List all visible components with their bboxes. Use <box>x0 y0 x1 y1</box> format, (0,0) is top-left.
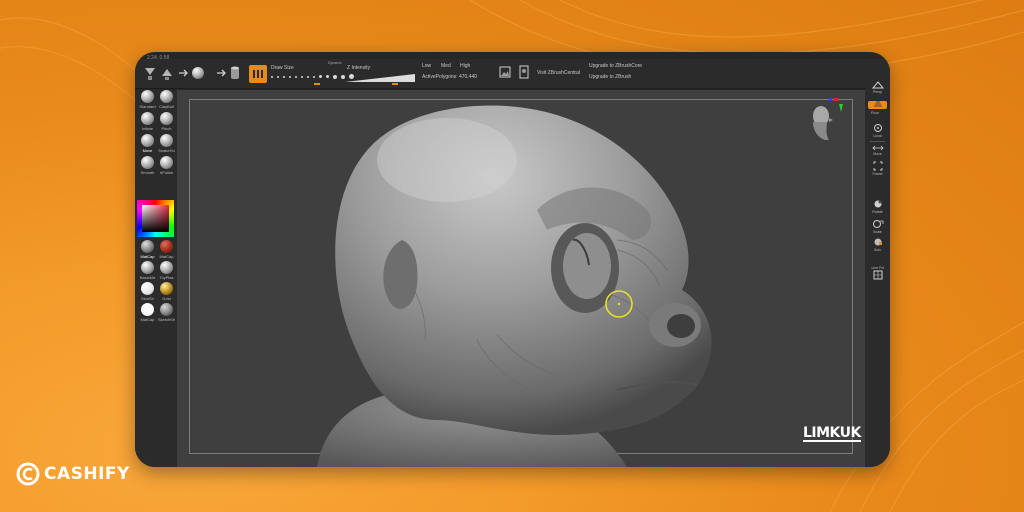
z-intensity-slider[interactable] <box>345 73 417 83</box>
brush-palette: Standard ClayBuil Inflate Pinch Move Sna… <box>139 90 175 175</box>
navigation-head-icon[interactable] <box>805 96 845 148</box>
floor-button[interactable] <box>868 101 887 109</box>
brush-standard[interactable]: Standard <box>139 90 156 109</box>
move-view-icon <box>871 145 884 151</box>
cashify-logo-icon <box>16 462 40 486</box>
solo-button[interactable]: Solo <box>868 237 887 252</box>
material-item[interactable]: SketchSh <box>158 303 175 322</box>
cylinder-tool-icon[interactable] <box>230 65 240 81</box>
import-icon[interactable] <box>143 66 157 82</box>
frame-view-icon <box>873 161 882 171</box>
upgrade-zbrushcore-link[interactable]: Upgrade to ZBrushCore <box>589 63 642 69</box>
viewport-canvas[interactable]: LIMKUK <box>177 90 865 467</box>
quality-med-button[interactable]: Med <box>441 63 451 69</box>
gold-material-icon <box>160 282 173 295</box>
skin-shade-icon <box>141 282 154 295</box>
material-palette: MatCap MatCap BasicMa ToyPlas SkinSh Gol… <box>139 240 175 322</box>
top-toolbar: Draw Size Dynamic Z Intensity Low Med Hi… <box>135 59 890 89</box>
rotate-view-icon <box>874 200 881 208</box>
smooth-brush-icon <box>141 156 154 169</box>
rotate-button[interactable]: Rotate <box>868 199 887 214</box>
sketch-shade-icon <box>160 303 173 316</box>
material-item[interactable]: MatCap <box>158 240 175 259</box>
standard-brush-icon <box>141 90 154 103</box>
draw-mode-button[interactable] <box>249 65 267 83</box>
local-symmetry-icon <box>873 124 882 132</box>
quality-low-button[interactable]: Low <box>422 63 431 69</box>
matcap-gray-icon <box>141 240 154 253</box>
upgrade-zbrush-link[interactable]: Upgrade to ZBrush <box>589 74 631 80</box>
draw-size-slider[interactable] <box>271 74 354 79</box>
quality-high-button[interactable]: High <box>460 63 470 69</box>
dynamic-label[interactable]: Dynamic <box>328 61 342 65</box>
hpolish-brush-icon <box>160 156 173 169</box>
color-picker-square[interactable] <box>142 205 169 232</box>
matcap-red-icon <box>160 240 173 253</box>
arrow-right-icon-2 <box>217 69 226 77</box>
draw-brush-icon <box>253 70 263 78</box>
brush-hpolish[interactable]: hPolish <box>158 156 175 175</box>
material-item[interactable]: SkinSh <box>139 282 156 301</box>
draw-size-indicator <box>314 83 320 85</box>
draw-size-label: Draw Size <box>271 65 294 71</box>
snakehook-brush-icon <box>160 134 173 147</box>
line-fill-icon <box>873 270 882 280</box>
material-item[interactable]: MatCap <box>139 303 156 322</box>
z-intensity-indicator <box>392 83 398 85</box>
brand-name: CASHIFY <box>44 464 130 484</box>
inflate-brush-icon <box>141 112 154 125</box>
left-palette: Standard ClayBuil Inflate Pinch Move Sna… <box>135 90 177 467</box>
export-icon[interactable] <box>161 67 173 81</box>
shelf-divider <box>870 141 885 142</box>
app-window: 2.24, 0.58 Draw Size Dynamic Z Intensity… <box>135 52 890 467</box>
claybuildup-brush-icon <box>160 90 173 103</box>
perspective-icon <box>871 81 884 89</box>
matcap-white-icon <box>141 303 154 316</box>
move-brush-icon <box>141 134 154 147</box>
toy-plastic-icon <box>160 261 173 274</box>
line-fill-button[interactable]: Line Fill <box>868 265 887 280</box>
material-item[interactable]: ToyPlas <box>158 261 175 280</box>
visit-zbrushcentral-link[interactable]: Visit ZBrushCentral <box>537 70 580 76</box>
floor-grid-icon <box>873 101 882 107</box>
sphere-tool-icon[interactable] <box>192 67 204 79</box>
z-intensity-label: Z Intensity <box>347 65 371 71</box>
brush-snakehook[interactable]: SnakeHo <box>158 134 175 153</box>
move-view-button[interactable]: Move <box>868 145 887 156</box>
scale-view-icon <box>872 220 883 228</box>
scale-button[interactable]: Scale <box>868 219 887 234</box>
material-item[interactable]: Gold <box>158 282 175 301</box>
local-button[interactable]: Local <box>868 123 887 138</box>
right-shelf: Persp Floor Local Move Frame Rotate Scal… <box>865 79 890 467</box>
document-icon[interactable] <box>518 65 530 79</box>
persp-button[interactable]: Persp <box>868 81 887 94</box>
brush-pinch[interactable]: Pinch <box>158 112 175 131</box>
screenshot-icon[interactable] <box>499 66 511 78</box>
material-item[interactable]: BasicMa <box>139 261 156 280</box>
material-item[interactable]: MatCap <box>139 240 156 259</box>
brand-logo: CASHIFY <box>16 462 130 486</box>
basic-material-icon <box>141 261 154 274</box>
floor-label: Floor <box>871 111 879 115</box>
solo-icon <box>874 238 882 246</box>
arrow-right-icon <box>179 69 188 77</box>
brush-claybuildup[interactable]: ClayBuil <box>158 90 175 109</box>
active-polygons-readout: ActivePolygons: 470,440 <box>422 74 478 80</box>
brush-smooth[interactable]: Smooth <box>139 156 156 175</box>
alien-head-sculpt[interactable] <box>177 90 865 467</box>
watermark: LIMKUK <box>803 425 861 442</box>
brush-move[interactable]: Move <box>139 134 156 153</box>
brush-inflate[interactable]: Inflate <box>139 112 156 131</box>
color-picker[interactable] <box>137 200 174 237</box>
pinch-brush-icon <box>160 112 173 125</box>
frame-button[interactable]: Frame <box>868 161 887 176</box>
